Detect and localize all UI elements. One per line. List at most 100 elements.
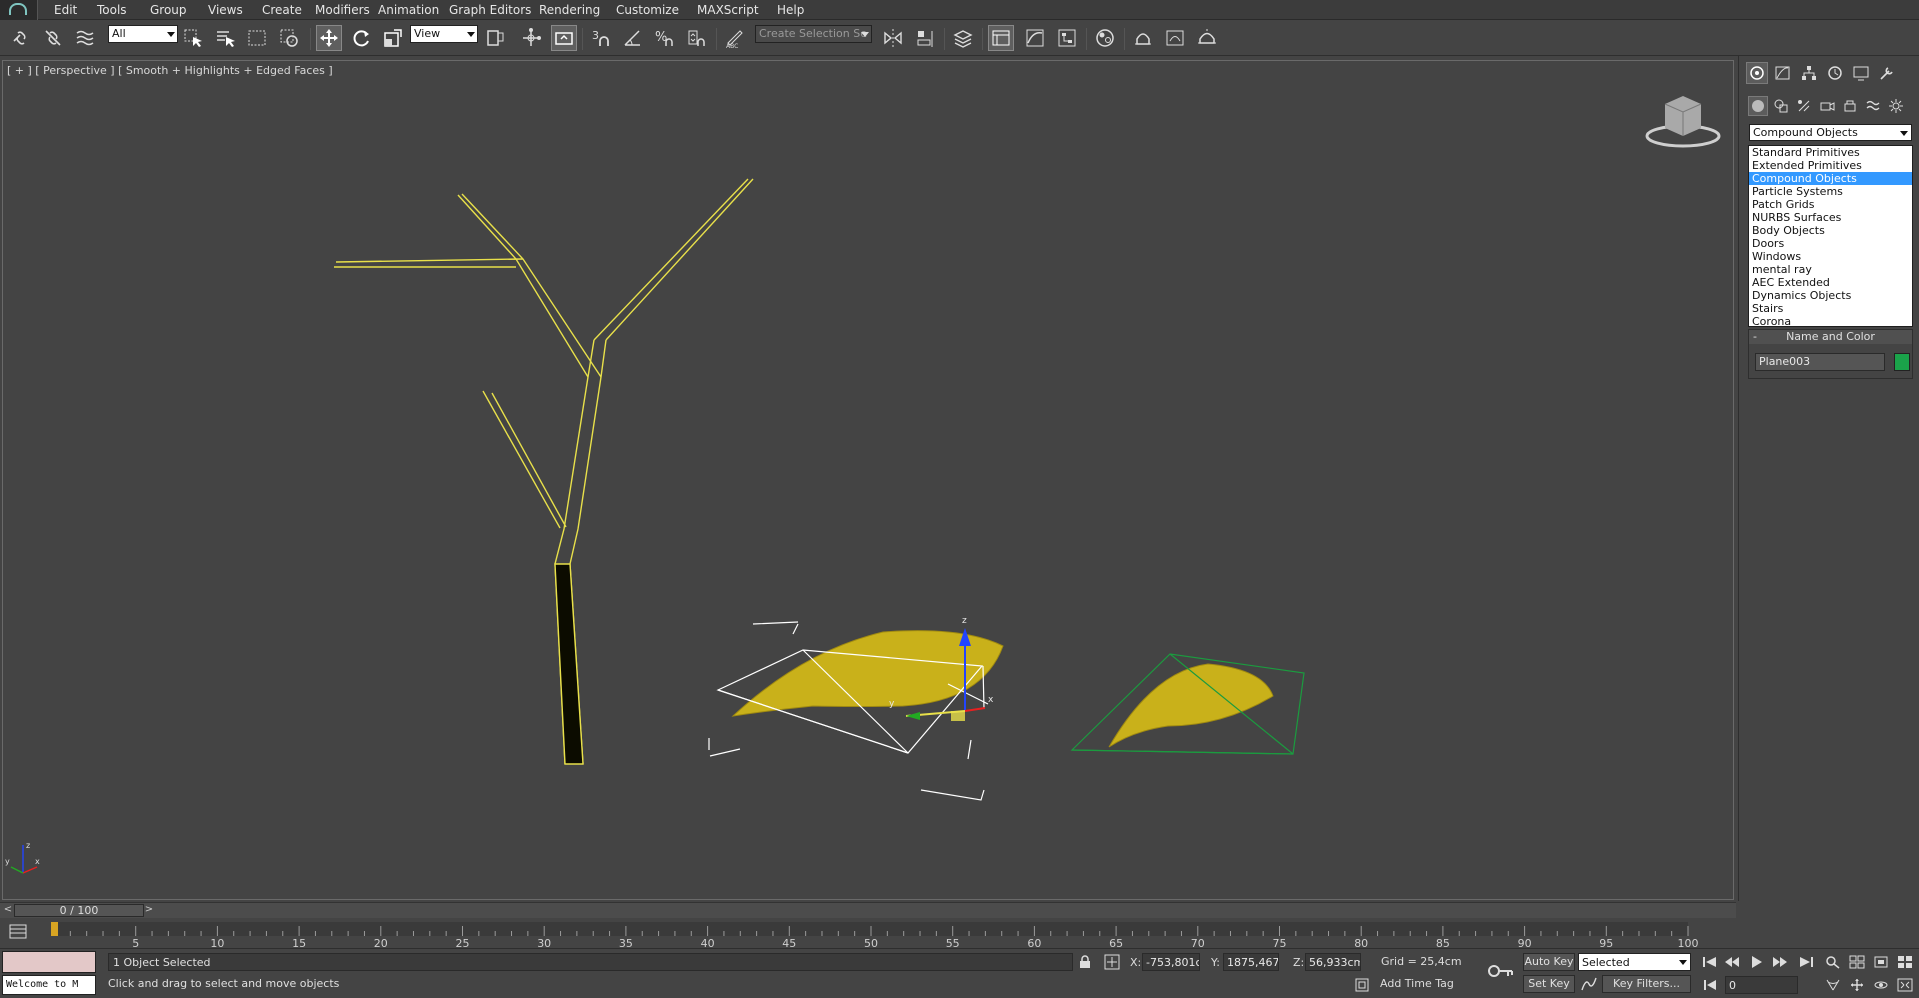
align-icon[interactable] bbox=[912, 25, 938, 51]
viewcube[interactable] bbox=[1645, 96, 1721, 148]
time-slider[interactable]: < 0 / 100 > bbox=[0, 902, 1736, 918]
leaf-plane-object[interactable] bbox=[1070, 653, 1305, 755]
category-option-extended-primitives[interactable]: Extended Primitives bbox=[1749, 159, 1912, 172]
menu-create[interactable]: Create bbox=[262, 3, 302, 17]
schematic-view-icon[interactable] bbox=[1054, 25, 1080, 51]
current-frame-field[interactable]: 0 bbox=[1725, 976, 1798, 994]
geometry-icon[interactable] bbox=[1748, 96, 1768, 116]
maxscript-welcome-field[interactable]: Welcome to M bbox=[2, 975, 96, 995]
current-frame-marker[interactable] bbox=[51, 922, 58, 936]
absolute-mode-icon[interactable] bbox=[1104, 954, 1120, 970]
y-coordinate-field[interactable]: 1875,467c bbox=[1223, 953, 1279, 971]
reference-coordinate-dropdown[interactable]: View bbox=[410, 25, 478, 43]
utilities-tab-icon[interactable] bbox=[1876, 62, 1898, 84]
time-slider-thumb[interactable]: 0 / 100 bbox=[14, 904, 144, 917]
link-icon[interactable] bbox=[8, 25, 34, 51]
go-to-end-icon[interactable] bbox=[1796, 953, 1816, 971]
zoom-extents-all-icon[interactable] bbox=[1895, 953, 1915, 971]
selection-filter-dropdown[interactable]: All bbox=[108, 25, 178, 43]
category-option-doors[interactable]: Doors bbox=[1749, 237, 1912, 250]
add-time-tag-button[interactable]: Add Time Tag bbox=[1380, 977, 1454, 990]
select-move-icon[interactable] bbox=[316, 25, 342, 51]
spinner-snap-icon[interactable] bbox=[684, 25, 710, 51]
menu-customize[interactable]: Customize bbox=[616, 3, 679, 17]
snap-toggle-icon[interactable]: 3 bbox=[588, 25, 614, 51]
menu-modifiers[interactable]: Modifiers bbox=[315, 3, 370, 17]
select-by-name-icon[interactable] bbox=[212, 25, 238, 51]
modify-tab-icon[interactable] bbox=[1772, 62, 1794, 84]
menu-animation[interactable]: Animation bbox=[378, 3, 439, 17]
keyboard-shortcut-icon[interactable] bbox=[551, 25, 577, 51]
maxscript-listener-mini[interactable] bbox=[2, 951, 96, 973]
category-option-standard-primitives[interactable]: Standard Primitives bbox=[1749, 146, 1912, 159]
select-object-icon[interactable] bbox=[180, 25, 206, 51]
helpers-icon[interactable] bbox=[1840, 96, 1860, 116]
render-production-icon[interactable] bbox=[1194, 25, 1220, 51]
shapes-icon[interactable] bbox=[1771, 96, 1791, 116]
category-option-stairs[interactable]: Stairs bbox=[1749, 302, 1912, 315]
category-option-dynamics-objects[interactable]: Dynamics Objects bbox=[1749, 289, 1912, 302]
pan-view-icon[interactable] bbox=[1847, 976, 1867, 994]
category-option-aec-extended[interactable]: AEC Extended bbox=[1749, 276, 1912, 289]
lock-icon[interactable] bbox=[1078, 955, 1092, 969]
percent-snap-icon[interactable]: % bbox=[652, 25, 678, 51]
cameras-icon[interactable] bbox=[1817, 96, 1837, 116]
menu-tools[interactable]: Tools bbox=[97, 3, 127, 17]
display-tab-icon[interactable] bbox=[1850, 62, 1872, 84]
track-bar[interactable]: 5 10 15 20 25 30 35 40 45 50 55 60 65 70 75 80 85 90 95 100 bbox=[0, 918, 1736, 948]
motion-tab-icon[interactable] bbox=[1824, 62, 1846, 84]
category-option-nurbs-surfaces[interactable]: NURBS Surfaces bbox=[1749, 211, 1912, 224]
object-category-dropdown[interactable]: Compound Objects bbox=[1749, 124, 1912, 141]
key-mode-dropdown[interactable]: Selected bbox=[1578, 953, 1691, 971]
field-of-view-icon[interactable] bbox=[1823, 976, 1843, 994]
menu-group[interactable]: Group bbox=[150, 3, 187, 17]
key-icon[interactable] bbox=[1488, 961, 1514, 981]
category-option-body-objects[interactable]: Body Objects bbox=[1749, 224, 1912, 237]
rollout-header[interactable]: - Name and Color bbox=[1749, 330, 1912, 344]
mirror-icon[interactable] bbox=[880, 25, 906, 51]
window-crossing-icon[interactable] bbox=[276, 25, 302, 51]
play-icon[interactable] bbox=[1746, 953, 1766, 971]
zoom-icon[interactable] bbox=[1823, 953, 1843, 971]
hierarchy-tab-icon[interactable] bbox=[1798, 62, 1820, 84]
named-selection-dropdown[interactable]: Create Selection Se bbox=[755, 25, 872, 43]
category-option-mental-ray[interactable]: mental ray bbox=[1749, 263, 1912, 276]
object-name-field[interactable]: Plane003 bbox=[1755, 353, 1885, 371]
previous-frame-icon[interactable] bbox=[1722, 953, 1742, 971]
branch-object[interactable] bbox=[334, 178, 754, 765]
auto-key-button[interactable]: Auto Key bbox=[1523, 953, 1575, 971]
key-filters-button[interactable]: Key Filters... bbox=[1602, 975, 1691, 993]
orbit-icon[interactable] bbox=[1871, 976, 1891, 994]
systems-icon[interactable] bbox=[1886, 96, 1906, 116]
go-to-start-icon[interactable] bbox=[1700, 953, 1720, 971]
key-mode-toggle-icon[interactable] bbox=[1700, 976, 1720, 994]
scene-explorer-icon[interactable] bbox=[988, 25, 1014, 51]
menu-graph-editors[interactable]: Graph Editors bbox=[449, 3, 531, 17]
set-key-button[interactable]: Set Key bbox=[1523, 975, 1575, 993]
select-rotate-icon[interactable] bbox=[348, 25, 374, 51]
app-logo-button[interactable] bbox=[0, 0, 38, 20]
zoom-extents-icon[interactable] bbox=[1871, 953, 1891, 971]
bind-spacewarp-icon[interactable] bbox=[72, 25, 98, 51]
time-slider-next-button[interactable]: > bbox=[143, 904, 155, 917]
select-scale-icon[interactable] bbox=[380, 25, 406, 51]
next-frame-icon[interactable] bbox=[1770, 953, 1790, 971]
x-coordinate-field[interactable]: -753,801cr bbox=[1142, 953, 1200, 971]
pivot-icon[interactable] bbox=[482, 25, 508, 51]
zoom-all-icon[interactable] bbox=[1847, 953, 1867, 971]
time-tag-icon[interactable] bbox=[1355, 978, 1369, 992]
render-setup-icon[interactable] bbox=[1130, 25, 1156, 51]
menu-edit[interactable]: Edit bbox=[54, 3, 77, 17]
maximize-viewport-icon[interactable] bbox=[1895, 976, 1915, 994]
manipulate-icon[interactable] bbox=[518, 25, 544, 51]
rect-region-icon[interactable] bbox=[244, 25, 270, 51]
create-tab-icon[interactable] bbox=[1746, 62, 1768, 84]
lights-icon[interactable] bbox=[1794, 96, 1814, 116]
angle-snap-icon[interactable] bbox=[620, 25, 646, 51]
time-slider-prev-button[interactable]: < bbox=[2, 904, 14, 917]
curve-editor-icon[interactable] bbox=[1022, 25, 1048, 51]
category-option-particle-systems[interactable]: Particle Systems bbox=[1749, 185, 1912, 198]
menu-maxscript[interactable]: MAXScript bbox=[697, 3, 759, 17]
rendered-frame-icon[interactable] bbox=[1162, 25, 1188, 51]
menu-help[interactable]: Help bbox=[777, 3, 804, 17]
